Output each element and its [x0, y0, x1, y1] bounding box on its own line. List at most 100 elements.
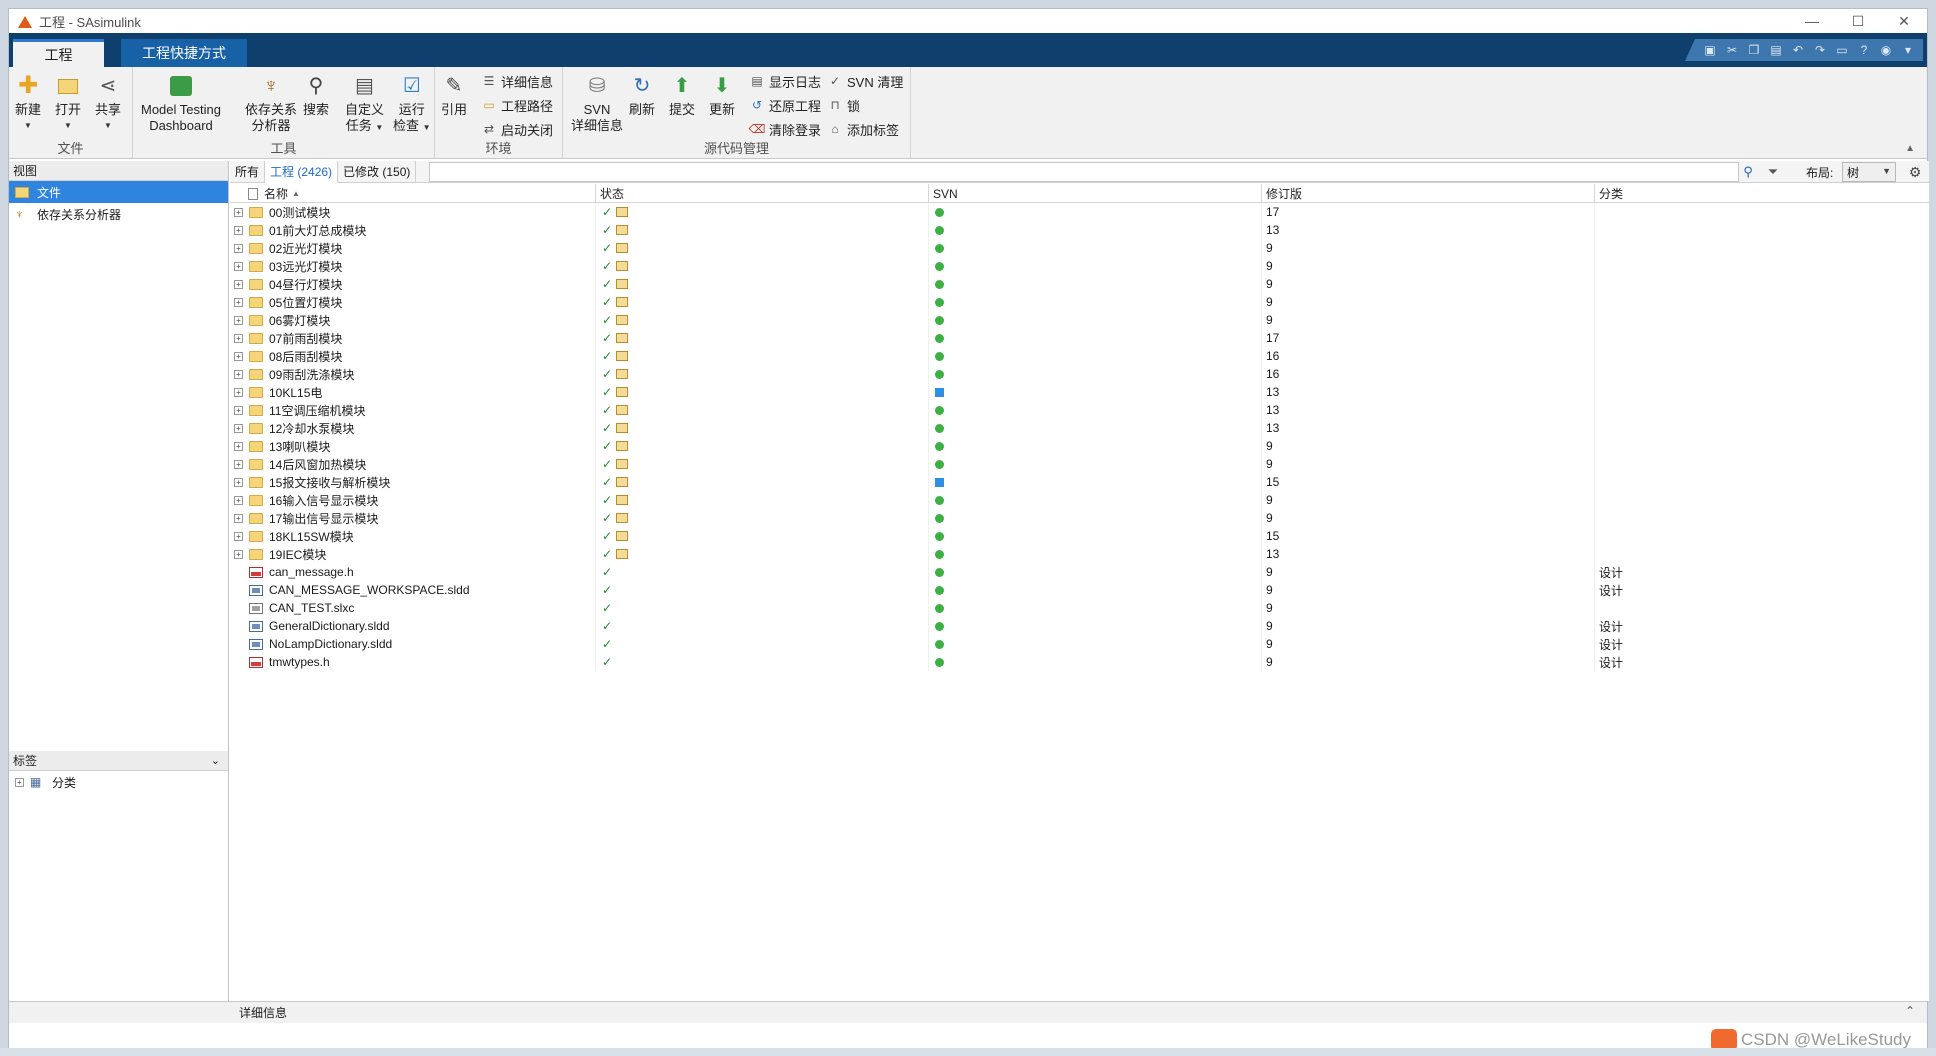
expand-icon[interactable]: +	[234, 387, 243, 397]
redo-icon[interactable]: ↷	[1811, 42, 1829, 58]
search-icon[interactable]: ⚲	[1738, 163, 1758, 181]
table-row[interactable]: can_message.h ✓ 9 设计	[230, 563, 1929, 581]
expand-icon[interactable]: +	[234, 243, 243, 253]
show-log-button[interactable]: ▤ 显示日志	[749, 71, 821, 91]
search-button[interactable]: ⚲ 搜索	[303, 73, 329, 118]
table-row[interactable]: +07前雨刮模块 ✓ 17	[230, 329, 1929, 347]
table-row[interactable]: +18KL15SW模块 ✓ 15	[230, 527, 1929, 545]
table-row[interactable]: +19IEC模块 ✓ 13	[230, 545, 1929, 563]
table-row[interactable]: +09雨刮洗涤模块 ✓ 16	[230, 365, 1929, 383]
view-item-dependency-analyzer[interactable]: ♆ 依存关系分析器	[9, 203, 228, 225]
references-button[interactable]: ✎ 引用	[441, 73, 467, 118]
expand-icon[interactable]: +	[234, 441, 243, 451]
expand-icon[interactable]: +	[234, 369, 243, 379]
expand-icon[interactable]: +	[234, 459, 243, 469]
table-row[interactable]: +13喇叭模块 ✓ 9	[230, 437, 1929, 455]
expand-icon[interactable]: +	[234, 297, 243, 307]
table-row[interactable]: +06雾灯模块 ✓ 9	[230, 311, 1929, 329]
save-icon[interactable]: ▣	[1701, 42, 1719, 58]
chevron-up-icon[interactable]: ⌃	[1905, 1004, 1915, 1018]
table-row[interactable]: +05位置灯模块 ✓ 9	[230, 293, 1929, 311]
table-row[interactable]: +02近光灯模块 ✓ 9	[230, 239, 1929, 257]
model-testing-dashboard-button[interactable]: Model Testing Dashboard	[141, 73, 221, 134]
tab-project[interactable]: 工程	[13, 39, 104, 67]
community-icon[interactable]: ◉	[1877, 42, 1895, 58]
column-header-svn[interactable]: SVN	[929, 184, 1262, 203]
column-header-status[interactable]: 状态	[596, 184, 929, 203]
filter-tab-modified[interactable]: 已修改 (150)	[338, 160, 417, 183]
lock-button[interactable]: ⊓ 锁	[827, 95, 860, 115]
layout-select[interactable]: 树 ▼	[1842, 162, 1896, 182]
table-row[interactable]: NoLampDictionary.sldd ✓ 9 设计	[230, 635, 1929, 653]
filter-tab-all[interactable]: 所有	[230, 160, 266, 183]
table-row[interactable]: +00测试模块 ✓ 17	[230, 203, 1929, 221]
table-row[interactable]: +08后雨刮模块 ✓ 16	[230, 347, 1929, 365]
expand-icon[interactable]: +	[234, 495, 243, 505]
table-row[interactable]: +15报文接收与解析模块 ✓ 15	[230, 473, 1929, 491]
table-row[interactable]: GeneralDictionary.sldd ✓ 9 设计	[230, 617, 1929, 635]
table-row[interactable]: +14后风窗加热模块 ✓ 9	[230, 455, 1929, 473]
expand-icon[interactable]: +	[234, 549, 243, 559]
minimize-button[interactable]: —	[1789, 9, 1835, 33]
expand-icon[interactable]: +	[234, 531, 243, 541]
custom-task-button[interactable]: ▤ 自定义 任务 ▼	[345, 73, 384, 136]
table-row[interactable]: +12冷却水泵模块 ✓ 13	[230, 419, 1929, 437]
collapse-ribbon-icon[interactable]: ▲	[1905, 143, 1915, 154]
column-header-category[interactable]: 分类	[1595, 184, 1929, 203]
gear-icon[interactable]: ⚙	[1904, 162, 1926, 182]
expand-icon[interactable]: +	[234, 333, 243, 343]
table-row[interactable]: tmwtypes.h ✓ 9 设计	[230, 653, 1929, 671]
copy-icon[interactable]: ❐	[1745, 42, 1763, 58]
open-button[interactable]: 打开 ▼	[55, 73, 81, 134]
expand-icon[interactable]: +	[234, 405, 243, 415]
commit-button[interactable]: ⬆ 提交	[669, 73, 695, 118]
expand-icon[interactable]: +	[234, 351, 243, 361]
details-button[interactable]: ☰ 详细信息	[481, 71, 553, 91]
labels-header[interactable]: 标签 ⌄	[9, 751, 228, 771]
expand-icon[interactable]: +	[234, 477, 243, 487]
expand-icon[interactable]: +	[234, 315, 243, 325]
view-item-files[interactable]: 文件	[9, 181, 228, 203]
close-button[interactable]: ✕	[1881, 9, 1927, 33]
expand-icon[interactable]: +	[234, 513, 243, 523]
refresh-button[interactable]: ↻ 刷新	[629, 73, 655, 118]
labels-tree-category[interactable]: + ▦ 分类	[9, 771, 228, 793]
clear-login-button[interactable]: ⌫ 清除登录	[749, 119, 822, 139]
column-header-name[interactable]: 名称 ▲	[230, 184, 596, 203]
search-input[interactable]	[429, 162, 1739, 182]
undo-icon[interactable]: ↶	[1789, 42, 1807, 58]
run-checks-button[interactable]: ☑ 运行 检查 ▼	[393, 73, 431, 136]
update-button[interactable]: ⬇ 更新	[709, 73, 735, 118]
filter-icon[interactable]: ⏷	[1764, 163, 1782, 181]
table-row[interactable]: +10KL15电 ✓ 13	[230, 383, 1929, 401]
share-button[interactable]: ⋖ 共享 ▼	[95, 73, 121, 134]
add-tag-button[interactable]: ⌂ 添加标签	[827, 119, 899, 139]
table-row[interactable]: CAN_TEST.slxc ✓ 9	[230, 599, 1929, 617]
table-row[interactable]: +04昼行灯模块 ✓ 9	[230, 275, 1929, 293]
chevron-down-icon[interactable]: ⌄	[211, 754, 220, 767]
expand-icon[interactable]: +	[234, 225, 243, 235]
table-row[interactable]: +17输出信号显示模块 ✓ 9	[230, 509, 1929, 527]
options-icon[interactable]: ▾	[1899, 42, 1917, 58]
details-bar[interactable]: 详细信息 ⌃	[9, 1001, 1927, 1023]
new-button[interactable]: ✚ 新建 ▼	[15, 73, 41, 134]
help-icon[interactable]: ?	[1855, 42, 1873, 58]
expand-icon[interactable]: +	[15, 777, 24, 787]
table-row[interactable]: CAN_MESSAGE_WORKSPACE.sldd ✓ 9 设计	[230, 581, 1929, 599]
switch-window-icon[interactable]: ▭	[1833, 42, 1851, 58]
table-row[interactable]: +01前大灯总成模块 ✓ 13	[230, 221, 1929, 239]
paste-icon[interactable]: ▤	[1767, 42, 1785, 58]
expand-icon[interactable]: +	[234, 261, 243, 271]
filter-tab-project[interactable]: 工程 (2426)	[265, 160, 339, 183]
expand-icon[interactable]: +	[234, 207, 243, 217]
table-row[interactable]: +03远光灯模块 ✓ 9	[230, 257, 1929, 275]
table-row[interactable]: +11空调压缩机模块 ✓ 13	[230, 401, 1929, 419]
expand-icon[interactable]: +	[234, 423, 243, 433]
svn-details-button[interactable]: ⛁ SVN 详细信息	[571, 73, 623, 134]
tab-project-shortcuts[interactable]: 工程快捷方式	[121, 39, 247, 67]
column-header-revision[interactable]: 修订版	[1262, 184, 1595, 203]
revert-project-button[interactable]: ↺ 还原工程	[749, 95, 821, 115]
project-path-button[interactable]: ▭ 工程路径	[481, 95, 553, 115]
svn-cleanup-button[interactable]: ✓ SVN 清理	[827, 71, 903, 91]
cut-icon[interactable]: ✂	[1723, 42, 1741, 58]
